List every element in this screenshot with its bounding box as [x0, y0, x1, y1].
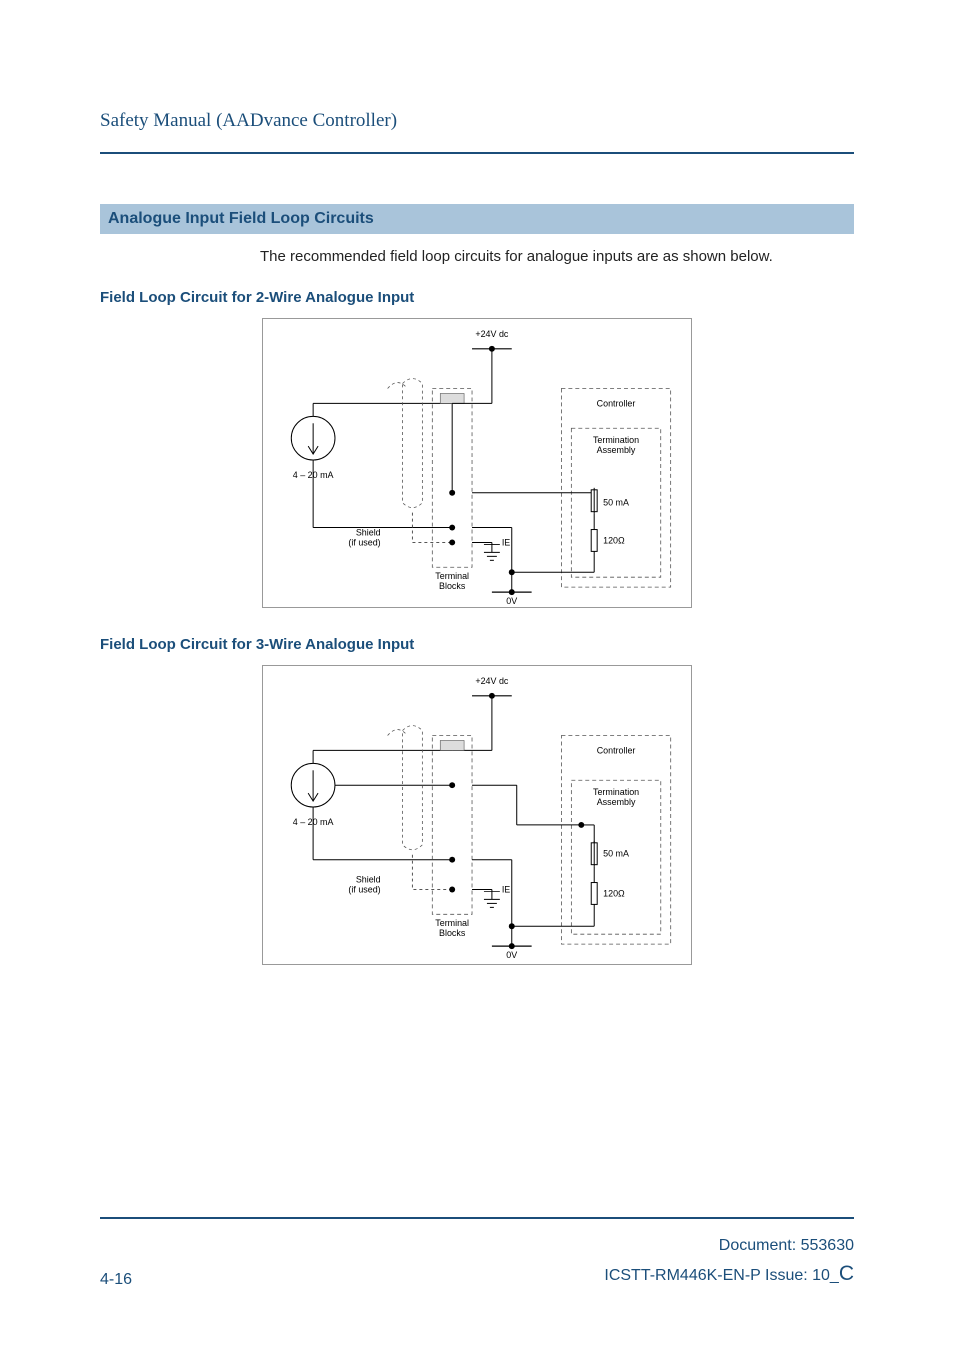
label-ie: IE — [502, 537, 510, 547]
footer-doc-number: Document: 553630 — [604, 1234, 854, 1258]
footer-issue-prefix: ICSTT-RM446K-EN-P Issue: 10_ — [604, 1267, 838, 1284]
label-termination-3w: Termination — [593, 787, 639, 797]
label-shield: Shield — [356, 527, 381, 537]
label-assembly: Assembly — [597, 445, 636, 455]
footer-page-num: 4-16 — [100, 1271, 132, 1289]
label-controller: Controller — [597, 398, 636, 408]
label-controller-3w: Controller — [597, 745, 636, 755]
diagram-3wire: +24V dc 4 – 20 mA Shield (if used) — [262, 665, 692, 965]
label-fuse-3w: 50 mA — [603, 849, 629, 859]
label-terminal-blocks-3w: Blocks — [439, 928, 466, 938]
page-footer: 4-16 Document: 553630 ICSTT-RM446K-EN-P … — [100, 1234, 854, 1290]
label-shield-ifused-3w: (if used) — [348, 884, 380, 894]
label-ie-3w: IE — [502, 884, 510, 894]
label-shield-ifused: (if used) — [348, 537, 380, 547]
footer-doc-info: Document: 553630 ICSTT-RM446K-EN-P Issue… — [604, 1234, 854, 1290]
subheading-2wire: Field Loop Circuit for 2-Wire Analogue I… — [100, 289, 854, 306]
diagram-2wire: +24V dc 4 – 20 mA Shield (if used) — [262, 318, 692, 608]
label-terminal-blocks: Blocks — [439, 581, 466, 591]
label-top-rail-3w: +24V dc — [475, 676, 509, 686]
section-intro-text: The recommended field loop circuits for … — [260, 248, 854, 265]
diagram-3wire-wrap: +24V dc 4 – 20 mA Shield (if used) — [100, 665, 854, 965]
header-divider — [100, 152, 854, 154]
page-header-title: Safety Manual (AADvance Controller) — [100, 110, 854, 132]
label-resistor-3w: 120Ω — [603, 888, 625, 898]
label-top-rail: +24V dc — [475, 329, 509, 339]
label-fuse: 50 mA — [603, 498, 629, 508]
label-0v-3w: 0V — [506, 950, 517, 960]
diagram-2wire-wrap: +24V dc 4 – 20 mA Shield (if used) — [100, 318, 854, 608]
subheading-3wire: Field Loop Circuit for 3-Wire Analogue I… — [100, 636, 854, 653]
label-0v: 0V — [506, 596, 517, 606]
label-terminal: Terminal — [435, 571, 469, 581]
section-heading: Analogue Input Field Loop Circuits — [100, 204, 854, 234]
page-container: Safety Manual (AADvance Controller) Anal… — [0, 0, 954, 1349]
label-shield-3w: Shield — [356, 875, 381, 885]
label-assembly-3w: Assembly — [597, 797, 636, 807]
label-terminal-3w: Terminal — [435, 918, 469, 928]
footer-divider — [100, 1217, 854, 1219]
footer-issue-suffix: C — [839, 1262, 854, 1285]
label-resistor: 120Ω — [603, 535, 625, 545]
label-termination: Termination — [593, 435, 639, 445]
